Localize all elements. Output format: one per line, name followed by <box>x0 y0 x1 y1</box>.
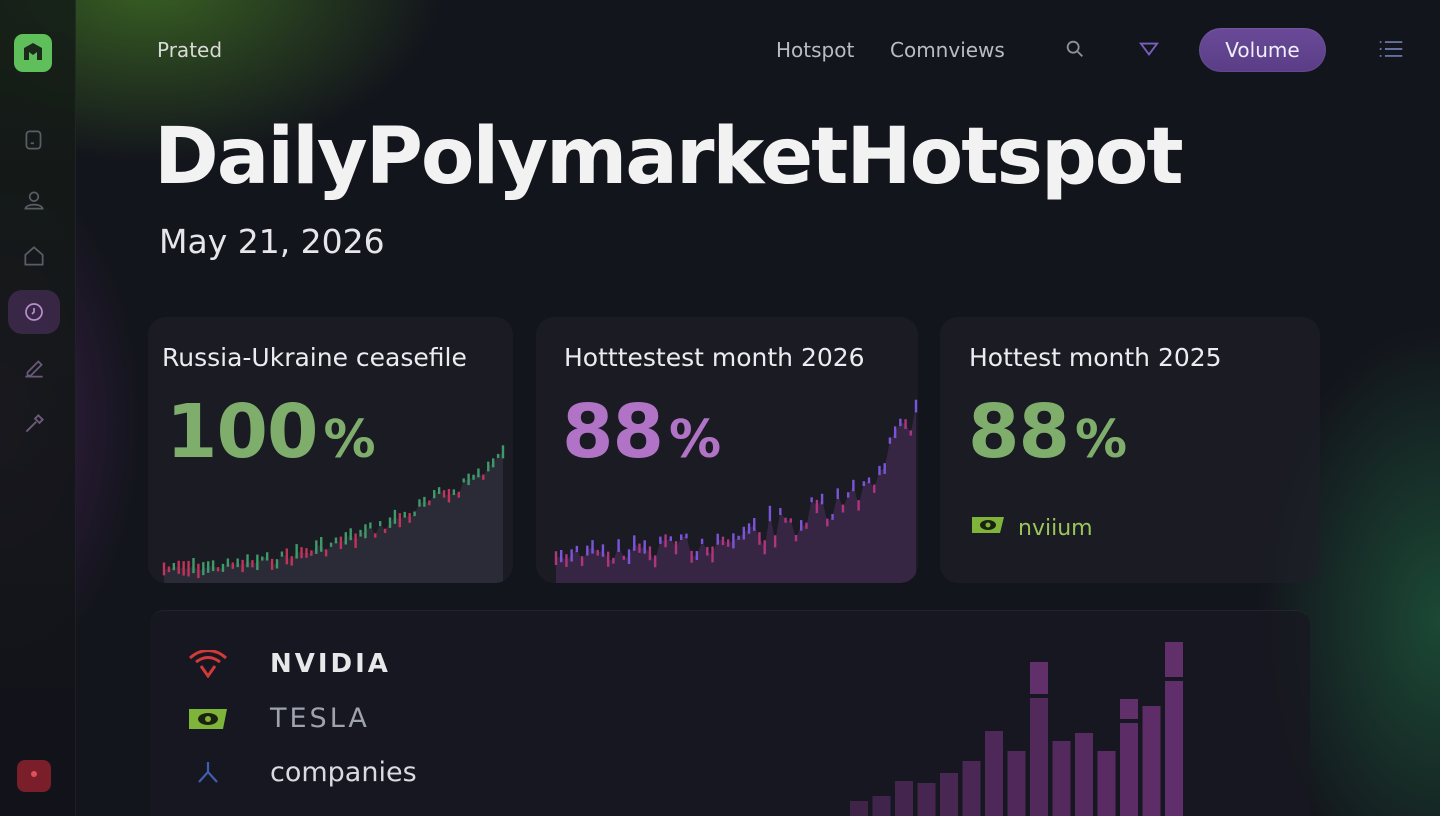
app-logo-icon[interactable] <box>14 34 52 72</box>
volume-button[interactable]: Volume <box>1199 28 1326 72</box>
clock-icon[interactable] <box>8 290 60 334</box>
nav-link-hotspot[interactable]: Hotspot <box>776 38 854 62</box>
list-label: NVIDIA <box>270 649 391 679</box>
card-percentage: 88% <box>562 389 721 475</box>
list-label: TESLA <box>270 703 370 734</box>
menu-icon[interactable] <box>1378 36 1404 62</box>
card-percentage: 88% <box>968 389 1127 475</box>
profile-badge-icon[interactable] <box>17 760 51 792</box>
nvidia-eye-icon <box>970 513 1006 543</box>
market-card-hottest-2026[interactable]: Hotttestest month 2026 88% <box>536 317 918 583</box>
page-title: DailyPolymarketHotspot <box>154 112 1184 202</box>
market-card-hottest-2025[interactable]: Hottest month 2025 88% nviium <box>940 317 1320 583</box>
card-title: Hotttestest month 2026 <box>564 343 865 372</box>
list-item[interactable]: TESLA <box>186 703 370 734</box>
card-tag: nviium <box>970 513 1093 543</box>
card-title: Hottest month 2025 <box>969 343 1222 372</box>
home-icon[interactable] <box>8 234 60 278</box>
sidebar <box>0 0 76 816</box>
user-icon[interactable] <box>8 178 60 222</box>
red-shield-icon <box>186 650 230 678</box>
edit-icon[interactable] <box>8 346 60 390</box>
brand-name[interactable]: Prated <box>157 38 222 62</box>
companies-panel: NVIDIA TESLA companies <box>150 610 1310 816</box>
list-item[interactable]: companies <box>186 757 417 788</box>
app-root: Prated Hotspot Comnviews Volume DailyPol… <box>0 0 1440 816</box>
nav-link-comnviews[interactable]: Comnviews <box>890 38 1005 62</box>
tool-icon[interactable] <box>8 402 60 446</box>
card-title: Russia-Ukraine ceasefile <box>162 343 467 372</box>
filter-icon[interactable] <box>1136 36 1162 62</box>
page-date: May 21, 2026 <box>159 222 385 261</box>
branch-icon <box>186 760 230 786</box>
card-percentage: 100% <box>166 389 376 475</box>
list-label: companies <box>270 757 417 788</box>
search-icon[interactable] <box>1062 36 1088 62</box>
document-icon[interactable] <box>8 118 60 162</box>
list-item[interactable]: NVIDIA <box>186 649 391 679</box>
nvidia-eye-icon <box>186 706 230 732</box>
market-card-ceasefire[interactable]: Russia-Ukraine ceasefile 100% <box>148 317 513 583</box>
tag-label: nviium <box>1018 515 1093 541</box>
